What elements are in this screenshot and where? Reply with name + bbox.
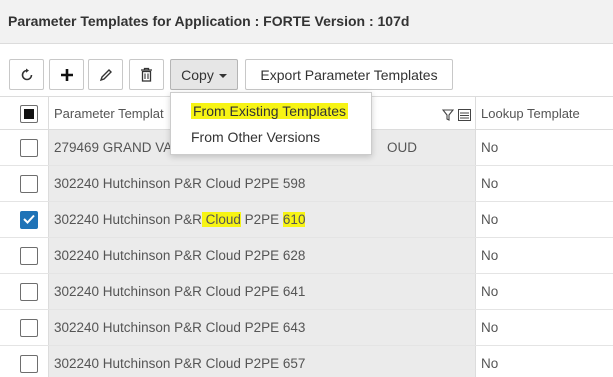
copy-dropdown-menu: From Existing Templates From Other Versi… xyxy=(170,92,372,155)
template-name-number: 641 xyxy=(282,284,306,299)
copy-button-label: Copy xyxy=(181,66,214,83)
row-checkbox[interactable] xyxy=(20,247,38,265)
column-header-label: Parameter Templat xyxy=(54,106,164,121)
lookup-template-cell: No xyxy=(481,248,499,263)
menu-item-label: From Other Versions xyxy=(191,129,321,145)
table-row[interactable]: 302240 Hutchinson P&R Cloud P2PE 657 No xyxy=(0,346,613,377)
row-checkbox[interactable] xyxy=(20,175,38,193)
table-row[interactable]: 302240 Hutchinson P&R Cloud P2PE 598 No xyxy=(0,166,613,202)
lookup-template-cell: No xyxy=(481,176,499,191)
template-name-prefix: 302240 Hutchinson P&R Cloud P2PE xyxy=(54,248,283,263)
row-checkbox[interactable] xyxy=(20,283,38,301)
template-name-highlight: Cloud xyxy=(201,212,241,227)
lookup-template-cell: No xyxy=(481,212,499,227)
template-name-number: 628 xyxy=(282,248,306,263)
select-all-checkbox[interactable] xyxy=(20,105,38,123)
delete-button[interactable] xyxy=(129,59,164,90)
template-name-prefix: 302240 Hutchinson P&R Cloud P2PE xyxy=(54,320,283,335)
column-header-lookup-template[interactable]: Lookup Template xyxy=(476,97,613,130)
menu-item-label: From Existing Templates xyxy=(191,103,349,119)
lookup-template-cell: No xyxy=(481,320,499,335)
toolbar: Copy Export Parameter Templates xyxy=(0,58,613,92)
template-name-number: 598 xyxy=(282,176,306,191)
column-header-label: Lookup Template xyxy=(481,106,580,121)
template-name-number: 610 xyxy=(282,212,306,227)
template-name-cell: 302240 Hutchinson P&R Cloud P2PE 641 xyxy=(49,274,475,309)
menu-item-from-other-versions[interactable]: From Other Versions xyxy=(191,129,320,145)
pencil-icon xyxy=(99,68,113,82)
template-name-mid: P2PE xyxy=(240,212,283,227)
trash-icon xyxy=(140,67,153,82)
title-bar: Parameter Templates for Application : FO… xyxy=(0,0,613,44)
select-all-indicator xyxy=(24,109,34,119)
chevron-down-icon xyxy=(218,73,227,78)
lookup-template-cell: No xyxy=(481,284,499,299)
template-name-prefix: 302240 Hutchinson P&R Cloud P2PE xyxy=(54,284,283,299)
template-name-cell: 302240 Hutchinson P&R Cloud P2PE 657 xyxy=(49,346,475,377)
lookup-template-cell: No xyxy=(481,356,499,371)
export-templates-button[interactable]: Export Parameter Templates xyxy=(245,59,453,90)
refresh-icon xyxy=(20,68,34,82)
menu-item-from-existing-templates[interactable]: From Existing Templates xyxy=(191,103,349,119)
template-name: 279469 GRAND VA xyxy=(54,140,173,155)
add-button[interactable] xyxy=(49,59,84,90)
template-name-number: 657 xyxy=(282,356,306,371)
template-name-prefix: 302240 Hutchinson P&R Cloud P2PE xyxy=(54,176,283,191)
template-name-prefix: 302240 Hutchinson P&R Cloud P2PE xyxy=(54,356,283,371)
filter-icon[interactable] xyxy=(441,108,455,126)
lookup-template-cell: No xyxy=(481,140,499,155)
row-checkbox[interactable] xyxy=(20,319,38,337)
table-row[interactable]: 302240 Hutchinson P&R Cloud P2PE 643 No xyxy=(0,310,613,346)
edit-button[interactable] xyxy=(88,59,123,90)
template-name-cell: 302240 Hutchinson P&R Cloud P2PE 628 xyxy=(49,238,475,273)
refresh-button[interactable] xyxy=(9,59,44,90)
template-name-cell: 302240 Hutchinson P&R Cloud P2PE 598 xyxy=(49,166,475,201)
row-checkbox[interactable] xyxy=(20,139,38,157)
template-name-prefix: 302240 Hutchinson P&R xyxy=(54,212,202,227)
page-title: Parameter Templates for Application : FO… xyxy=(8,13,410,29)
template-name-tail: OUD xyxy=(387,140,417,155)
copy-dropdown-button[interactable]: Copy xyxy=(170,59,238,90)
template-name-cell: 302240 Hutchinson P&R Cloud P2PE 643 xyxy=(49,310,475,345)
checkmark-icon xyxy=(23,211,35,229)
table-row[interactable]: 302240 Hutchinson P&R Cloud P2PE 628 No xyxy=(0,238,613,274)
template-name-number: 643 xyxy=(282,320,306,335)
plus-icon xyxy=(60,68,74,82)
column-menu-icon[interactable] xyxy=(458,108,471,126)
row-checkbox[interactable] xyxy=(20,355,38,373)
row-checkbox[interactable] xyxy=(20,211,38,229)
table-row[interactable]: 302240 Hutchinson P&R Cloud P2PE 610 No xyxy=(0,202,613,238)
template-name-cell: 302240 Hutchinson P&R Cloud P2PE 610 xyxy=(49,202,475,237)
table-row[interactable]: 302240 Hutchinson P&R Cloud P2PE 641 No xyxy=(0,274,613,310)
